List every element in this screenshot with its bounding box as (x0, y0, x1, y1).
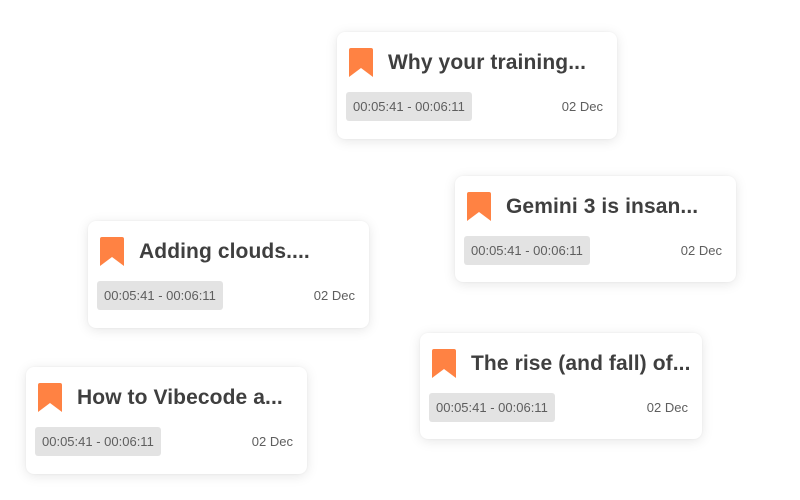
bookmark-card[interactable]: The rise (and fall) of... 00:05:41 - 00:… (420, 333, 702, 439)
bookmark-icon (432, 349, 456, 378)
card-header: The rise (and fall) of... (432, 349, 691, 378)
card-title: Why your training... (388, 50, 587, 74)
bookmark-icon (100, 237, 124, 266)
card-title: Gemini 3 is insan... (506, 194, 699, 218)
bookmark-icon (467, 192, 491, 221)
bookmark-card[interactable]: Adding clouds.... 00:05:41 - 00:06:11 02… (88, 221, 369, 328)
timestamp-badge: 00:05:41 - 00:06:11 (464, 236, 590, 265)
card-date: 02 Dec (646, 400, 688, 415)
card-header: Gemini 3 is insan... (467, 192, 698, 221)
bookmark-icon (38, 383, 62, 412)
card-date: 02 Dec (251, 434, 293, 449)
card-date: 02 Dec (561, 99, 603, 114)
bookmark-card[interactable]: Gemini 3 is insan... 00:05:41 - 00:06:11… (455, 176, 736, 282)
bookmark-card[interactable]: How to Vibecode a... 00:05:41 - 00:06:11… (26, 367, 307, 474)
bookmark-icon (349, 48, 373, 77)
card-title: The rise (and fall) of... (471, 351, 691, 375)
bookmark-card[interactable]: Why your training... 00:05:41 - 00:06:11… (337, 32, 617, 139)
timestamp-badge: 00:05:41 - 00:06:11 (35, 427, 161, 456)
card-header: Adding clouds.... (100, 237, 310, 266)
timestamp-badge: 00:05:41 - 00:06:11 (97, 281, 223, 310)
card-title: How to Vibecode a... (77, 385, 283, 409)
timestamp-badge: 00:05:41 - 00:06:11 (429, 393, 555, 422)
card-header: How to Vibecode a... (38, 383, 283, 412)
card-date: 02 Dec (313, 288, 355, 303)
card-title: Adding clouds.... (139, 239, 310, 263)
timestamp-badge: 00:05:41 - 00:06:11 (346, 92, 472, 121)
card-date: 02 Dec (680, 243, 722, 258)
card-header: Why your training... (349, 48, 586, 77)
